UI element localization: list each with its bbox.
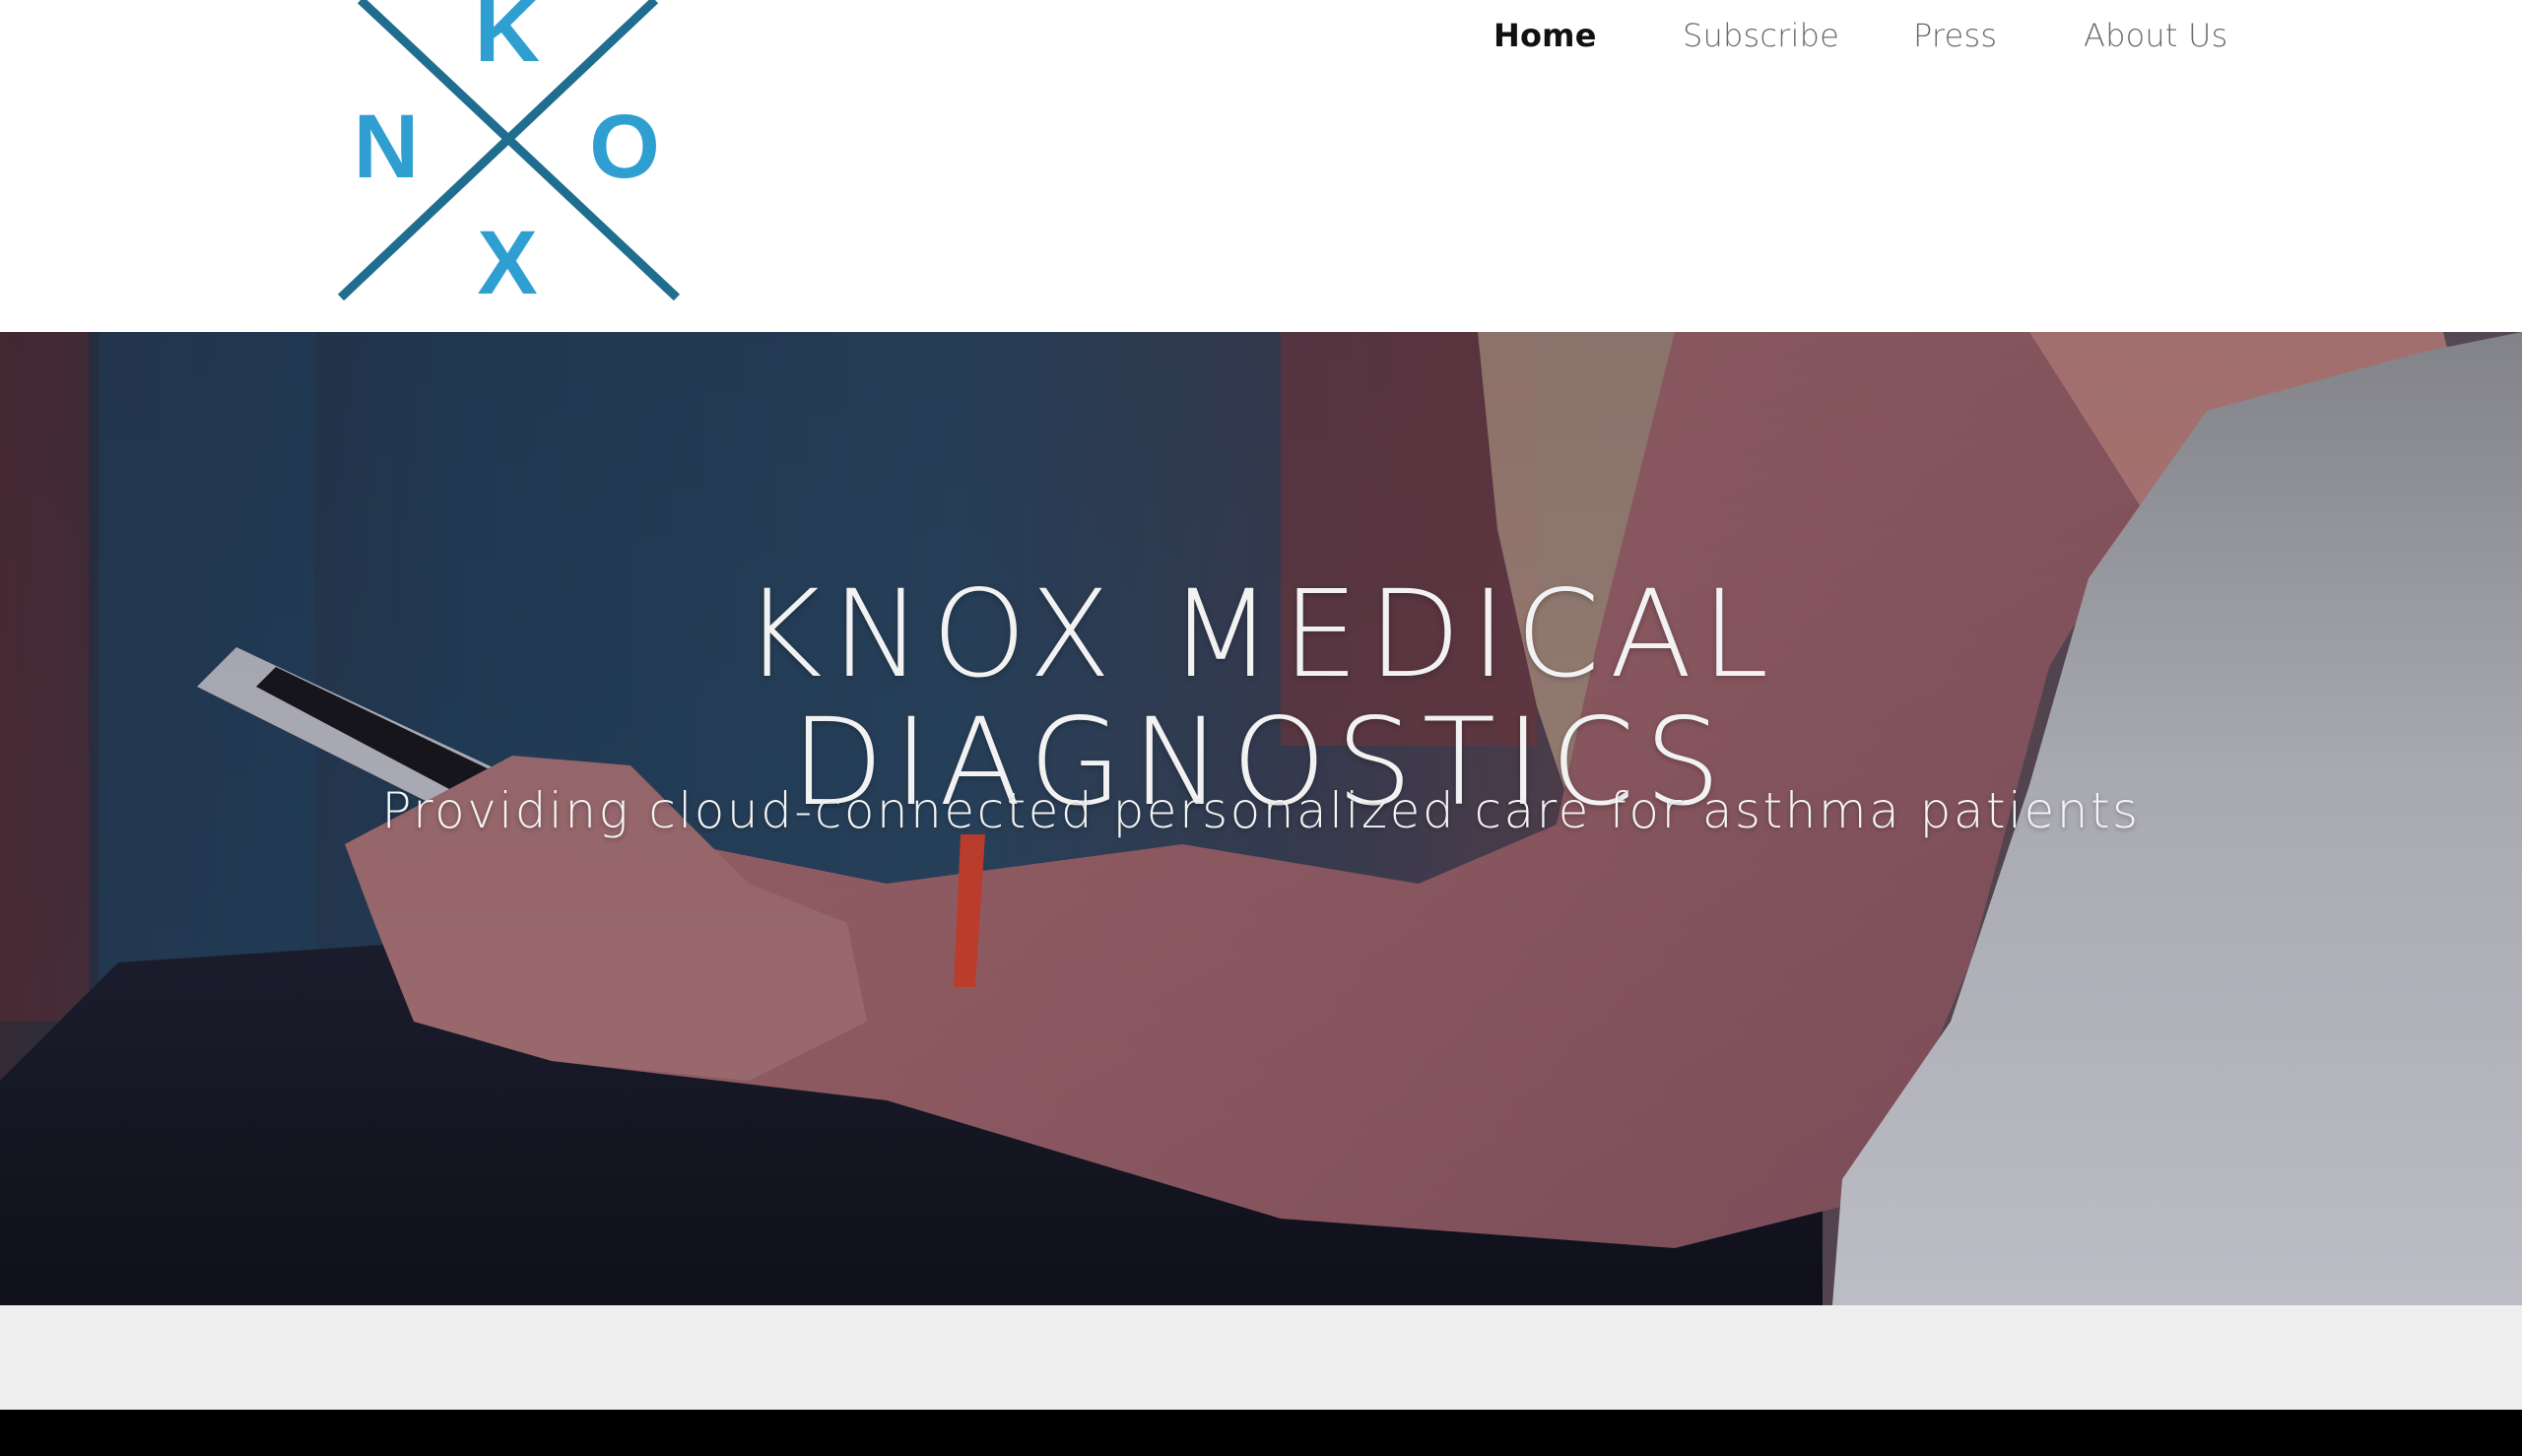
hero-section: KNOX MEDICAL DIAGNOSTICS Providing cloud… <box>0 332 2522 1305</box>
logo-letter-bottom: X <box>477 213 537 313</box>
knox-logo-mark: K N O X <box>337 0 681 313</box>
knox-logo[interactable]: K N O X <box>325 0 699 315</box>
logo-letter-right: O <box>589 97 660 197</box>
nav-item-about-us[interactable]: About Us <box>2084 14 2227 57</box>
site-header: K N O X Home Subscribe Press About Us <box>0 0 2522 332</box>
nav-item-home[interactable]: Home <box>1493 14 1597 57</box>
content-band <box>0 1305 2522 1410</box>
hero-subtitle: Providing cloud-connected personalized c… <box>381 782 2141 839</box>
logo-letter-top: K <box>475 0 540 81</box>
main-nav: Home Subscribe Press About Us <box>1448 14 2256 63</box>
footer-strip <box>0 1410 2522 1456</box>
nav-item-press[interactable]: Press <box>1913 14 1997 57</box>
hero-title-line-1: KNOX MEDICAL <box>743 563 1779 704</box>
page: K N O X Home Subscribe Press About Us KN… <box>0 0 2522 1456</box>
logo-letter-left: N <box>354 97 419 197</box>
nav-item-subscribe[interactable]: Subscribe <box>1683 14 1839 57</box>
